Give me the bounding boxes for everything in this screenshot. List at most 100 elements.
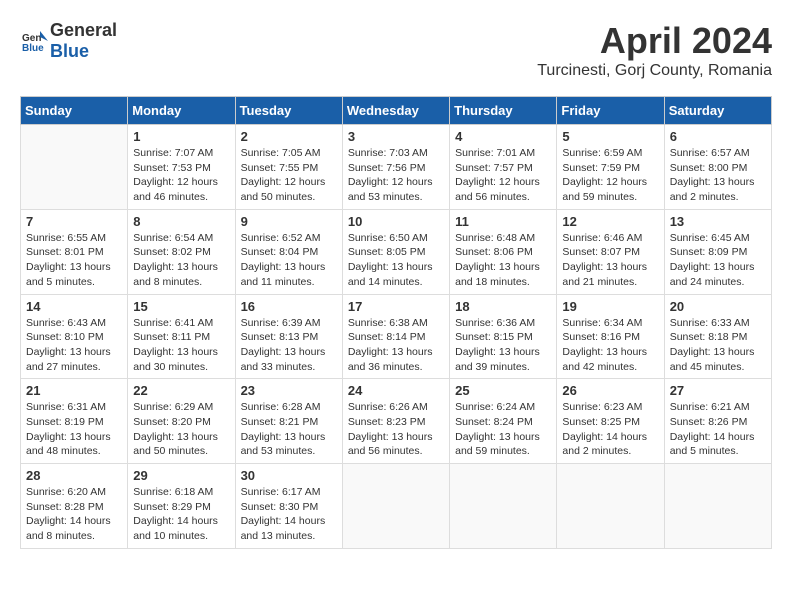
calendar-cell: 14Sunrise: 6:43 AM Sunset: 8:10 PM Dayli… (21, 294, 128, 379)
day-number: 8 (133, 214, 229, 229)
weekday-header: Saturday (664, 97, 771, 125)
day-number: 7 (26, 214, 122, 229)
day-info: Sunrise: 6:31 AM Sunset: 8:19 PM Dayligh… (26, 400, 122, 459)
day-info: Sunrise: 6:39 AM Sunset: 8:13 PM Dayligh… (241, 316, 337, 375)
day-info: Sunrise: 7:01 AM Sunset: 7:57 PM Dayligh… (455, 146, 551, 205)
calendar-cell: 4 Sunrise: 7:01 AM Sunset: 7:57 PM Daylig… (450, 125, 557, 210)
day-info: Sunrise: 6:38 AM Sunset: 8:14 PM Dayligh… (348, 316, 444, 375)
weekday-header-row: SundayMondayTuesdayWednesdayThursdayFrid… (21, 97, 772, 125)
calendar-cell: 1 Sunrise: 7:07 AM Sunset: 7:53 PM Daylig… (128, 125, 235, 210)
calendar-cell: 20 Sunrise: 6:33 AM Sunset: 8:18 PM Dayli… (664, 294, 771, 379)
day-info: Sunrise: 6:34 AM Sunset: 8:16 PM Dayligh… (562, 316, 658, 375)
day-info: Sunrise: 6:59 AM Sunset: 7:59 PM Dayligh… (562, 146, 658, 205)
calendar-cell: 6 Sunrise: 6:57 AM Sunset: 8:00 PM Daylig… (664, 125, 771, 210)
calendar-cell: 17Sunrise: 6:38 AM Sunset: 8:14 PM Dayli… (342, 294, 449, 379)
day-number: 5 (562, 129, 658, 144)
day-number: 23 (241, 383, 337, 398)
page-header: Gen Blue General Blue April 2024 Turcine… (20, 20, 772, 80)
day-number: 27 (670, 383, 766, 398)
calendar-cell: 3Sunrise: 7:03 AM Sunset: 7:56 PM Daylig… (342, 125, 449, 210)
logo-general: General (50, 20, 117, 40)
calendar-title: April 2024 (537, 20, 772, 62)
day-number: 14 (26, 299, 122, 314)
calendar-week-row: 21 Sunrise: 6:31 AM Sunset: 8:19 PM Dayli… (21, 379, 772, 464)
day-info: Sunrise: 6:50 AM Sunset: 8:05 PM Dayligh… (348, 231, 444, 290)
day-info: Sunrise: 6:46 AM Sunset: 8:07 PM Dayligh… (562, 231, 658, 290)
calendar-cell: 24Sunrise: 6:26 AM Sunset: 8:23 PM Dayli… (342, 379, 449, 464)
calendar-cell: 27 Sunrise: 6:21 AM Sunset: 8:26 PM Dayli… (664, 379, 771, 464)
day-number: 19 (562, 299, 658, 314)
calendar-cell (342, 464, 449, 549)
calendar-cell: 29 Sunrise: 6:18 AM Sunset: 8:29 PM Dayli… (128, 464, 235, 549)
day-number: 21 (26, 383, 122, 398)
day-info: Sunrise: 7:03 AM Sunset: 7:56 PM Dayligh… (348, 146, 444, 205)
logo-icon: Gen Blue (20, 27, 48, 55)
calendar-cell (450, 464, 557, 549)
calendar-cell: 8 Sunrise: 6:54 AM Sunset: 8:02 PM Daylig… (128, 209, 235, 294)
day-number: 12 (562, 214, 658, 229)
day-info: Sunrise: 6:54 AM Sunset: 8:02 PM Dayligh… (133, 231, 229, 290)
calendar-week-row: 1 Sunrise: 7:07 AM Sunset: 7:53 PM Daylig… (21, 125, 772, 210)
calendar-cell: 21 Sunrise: 6:31 AM Sunset: 8:19 PM Dayli… (21, 379, 128, 464)
day-info: Sunrise: 7:07 AM Sunset: 7:53 PM Dayligh… (133, 146, 229, 205)
calendar-cell: 23 Sunrise: 6:28 AM Sunset: 8:21 PM Dayli… (235, 379, 342, 464)
day-info: Sunrise: 6:48 AM Sunset: 8:06 PM Dayligh… (455, 231, 551, 290)
day-info: Sunrise: 6:21 AM Sunset: 8:26 PM Dayligh… (670, 400, 766, 459)
day-number: 28 (26, 468, 122, 483)
calendar-table: SundayMondayTuesdayWednesdayThursdayFrid… (20, 96, 772, 549)
calendar-cell: 19 Sunrise: 6:34 AM Sunset: 8:16 PM Dayli… (557, 294, 664, 379)
calendar-cell: 5 Sunrise: 6:59 AM Sunset: 7:59 PM Daylig… (557, 125, 664, 210)
day-info: Sunrise: 7:05 AM Sunset: 7:55 PM Dayligh… (241, 146, 337, 205)
calendar-cell: 9 Sunrise: 6:52 AM Sunset: 8:04 PM Daylig… (235, 209, 342, 294)
day-number: 18 (455, 299, 551, 314)
calendar-cell: 30 Sunrise: 6:17 AM Sunset: 8:30 PM Dayli… (235, 464, 342, 549)
day-info: Sunrise: 6:45 AM Sunset: 8:09 PM Dayligh… (670, 231, 766, 290)
calendar-cell: 11Sunrise: 6:48 AM Sunset: 8:06 PM Dayli… (450, 209, 557, 294)
day-number: 10 (348, 214, 444, 229)
day-number: 1 (133, 129, 229, 144)
day-info: Sunrise: 6:41 AM Sunset: 8:11 PM Dayligh… (133, 316, 229, 375)
day-number: 29 (133, 468, 229, 483)
day-info: Sunrise: 6:55 AM Sunset: 8:01 PM Dayligh… (26, 231, 122, 290)
day-number: 4 (455, 129, 551, 144)
day-info: Sunrise: 6:23 AM Sunset: 8:25 PM Dayligh… (562, 400, 658, 459)
day-info: Sunrise: 6:28 AM Sunset: 8:21 PM Dayligh… (241, 400, 337, 459)
calendar-cell: 7 Sunrise: 6:55 AM Sunset: 8:01 PM Daylig… (21, 209, 128, 294)
weekday-header: Monday (128, 97, 235, 125)
calendar-week-row: 7 Sunrise: 6:55 AM Sunset: 8:01 PM Daylig… (21, 209, 772, 294)
day-number: 13 (670, 214, 766, 229)
day-info: Sunrise: 6:33 AM Sunset: 8:18 PM Dayligh… (670, 316, 766, 375)
weekday-header: Tuesday (235, 97, 342, 125)
day-number: 22 (133, 383, 229, 398)
calendar-cell (664, 464, 771, 549)
calendar-cell: 15Sunrise: 6:41 AM Sunset: 8:11 PM Dayli… (128, 294, 235, 379)
weekday-header: Thursday (450, 97, 557, 125)
day-number: 20 (670, 299, 766, 314)
day-info: Sunrise: 6:17 AM Sunset: 8:30 PM Dayligh… (241, 485, 337, 544)
calendar-subtitle: Turcinesti, Gorj County, Romania (537, 62, 772, 80)
day-info: Sunrise: 6:18 AM Sunset: 8:29 PM Dayligh… (133, 485, 229, 544)
calendar-week-row: 14Sunrise: 6:43 AM Sunset: 8:10 PM Dayli… (21, 294, 772, 379)
calendar-cell (21, 125, 128, 210)
day-number: 24 (348, 383, 444, 398)
calendar-cell: 25 Sunrise: 6:24 AM Sunset: 8:24 PM Dayli… (450, 379, 557, 464)
day-number: 9 (241, 214, 337, 229)
calendar-cell: 13 Sunrise: 6:45 AM Sunset: 8:09 PM Dayli… (664, 209, 771, 294)
logo: Gen Blue General Blue (20, 20, 117, 62)
day-info: Sunrise: 6:24 AM Sunset: 8:24 PM Dayligh… (455, 400, 551, 459)
day-number: 2 (241, 129, 337, 144)
day-info: Sunrise: 6:36 AM Sunset: 8:15 PM Dayligh… (455, 316, 551, 375)
day-info: Sunrise: 6:29 AM Sunset: 8:20 PM Dayligh… (133, 400, 229, 459)
day-number: 25 (455, 383, 551, 398)
calendar-week-row: 28Sunrise: 6:20 AM Sunset: 8:28 PM Dayli… (21, 464, 772, 549)
day-number: 30 (241, 468, 337, 483)
weekday-header: Wednesday (342, 97, 449, 125)
calendar-cell: 18 Sunrise: 6:36 AM Sunset: 8:15 PM Dayli… (450, 294, 557, 379)
day-info: Sunrise: 6:52 AM Sunset: 8:04 PM Dayligh… (241, 231, 337, 290)
logo-blue: Blue (50, 41, 89, 61)
day-info: Sunrise: 6:57 AM Sunset: 8:00 PM Dayligh… (670, 146, 766, 205)
day-number: 6 (670, 129, 766, 144)
weekday-header: Friday (557, 97, 664, 125)
day-number: 26 (562, 383, 658, 398)
weekday-header: Sunday (21, 97, 128, 125)
